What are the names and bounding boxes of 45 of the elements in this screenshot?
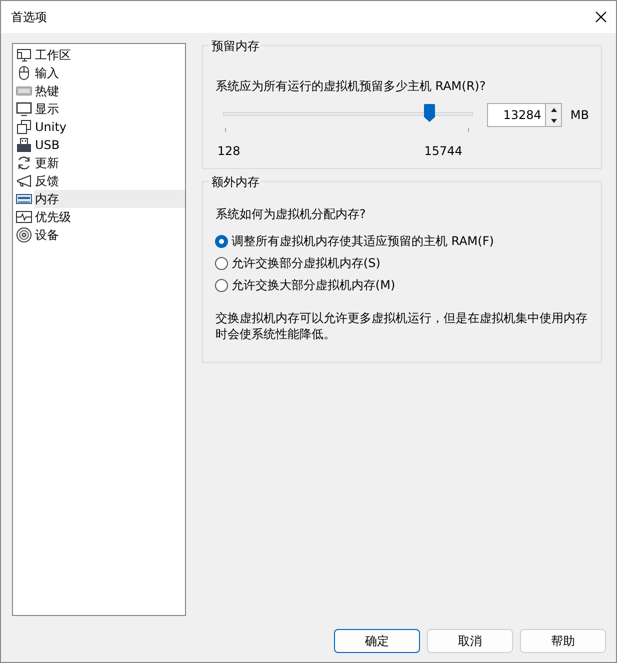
spin-buttons[interactable] (545, 103, 562, 127)
close-icon[interactable] (594, 10, 608, 24)
windows-icon (16, 119, 32, 135)
radio-button[interactable] (215, 278, 228, 292)
dialog-button[interactable]: 帮助 (520, 629, 606, 653)
group-title: 预留内存 (209, 38, 262, 55)
sidebar-item[interactable]: 内存 (34, 190, 186, 208)
note-text: 交换虚拟机内存可以允许更多虚拟机运行，但是在虚拟机集中使用内存时会使系统性能降低。 (215, 310, 588, 342)
question-text: 系统如何为虚拟机分配内存? (215, 206, 367, 223)
slider-thumb[interactable] (424, 104, 436, 122)
option-label[interactable]: 调整所有虚拟机内存使其适应预留的主机 RAM(F) (231, 232, 494, 250)
dialog-button[interactable]: 取消 (427, 629, 513, 653)
refresh-icon (16, 155, 32, 171)
sidebar-item[interactable]: 更新 (34, 154, 186, 172)
down-arrow-icon[interactable] (550, 118, 558, 124)
min-label: 128 (217, 144, 240, 158)
sidebar-item[interactable]: 工作区 (34, 46, 186, 64)
up-arrow-icon[interactable] (550, 106, 558, 112)
radio-button[interactable] (215, 234, 228, 248)
max-label: 15744 (424, 144, 462, 158)
mouse-icon (16, 65, 32, 81)
number-field[interactable]: 13284 (487, 103, 546, 127)
pulse-icon (16, 209, 32, 225)
megaphone-icon (16, 173, 32, 189)
disc-icon (16, 227, 32, 243)
option-label[interactable]: 允许交换大部分虚拟机内存(M) (231, 276, 396, 294)
sidebar-item[interactable]: 输入 (34, 64, 186, 82)
sidebar-item[interactable]: USB (34, 136, 186, 154)
option-label[interactable]: 允许交换部分虚拟机内存(S) (231, 254, 380, 272)
monitor-icon (16, 47, 32, 63)
unit-label: MB (570, 108, 589, 122)
memory-icon (16, 191, 32, 207)
usb-icon (16, 137, 32, 153)
sidebar-item[interactable]: Unity (34, 118, 186, 136)
group-title: 额外内存 (209, 174, 262, 191)
sidebar-item[interactable]: 设备 (34, 226, 186, 244)
window-title: 首选项 (11, 8, 47, 26)
sidebar-item[interactable]: 显示 (34, 100, 186, 118)
sidebar-item[interactable]: 热键 (34, 82, 186, 100)
dialog-button[interactable]: 确定 (334, 629, 420, 653)
radio-button[interactable] (215, 256, 228, 270)
sidebar-item[interactable]: 优先级 (34, 208, 186, 226)
question-text: 系统应为所有运行的虚拟机预留多少主机 RAM(R)? (215, 78, 487, 95)
sidebar-item[interactable]: 反馈 (34, 172, 186, 190)
monitor-icon (16, 101, 32, 117)
